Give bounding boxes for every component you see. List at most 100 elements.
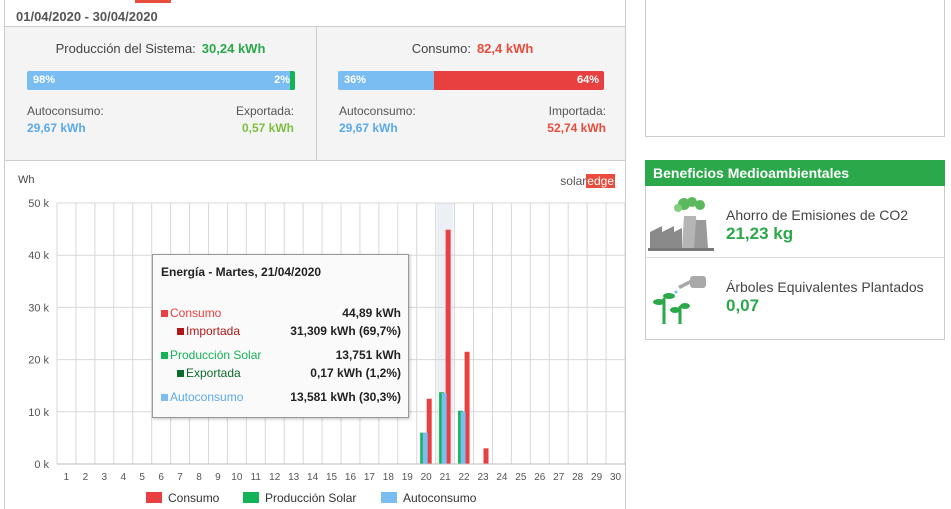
x-tick-label: 17 (364, 472, 376, 483)
x-tick-label: 21 (440, 472, 452, 483)
trees-planted-row: Árboles Equivalentes Plantados 0,07 (646, 258, 944, 338)
consumption-import-pct: 64% (576, 74, 599, 86)
legend-swatch-icon (243, 492, 259, 503)
environmental-benefits: Beneficios Medioambientales Ahorro de Em… (645, 160, 945, 340)
consumption-self-label: Autoconsumo: (339, 104, 416, 118)
chart-tooltip: Energía - Martes, 21/04/2020 Consumo 44,… (152, 254, 409, 418)
x-tick-label: 20 (421, 472, 433, 483)
consumption-box: Consumo: 82,4 kWh 36% 64% Autoconsumo: 29… (317, 27, 628, 160)
tooltip-value: 13,581 kWh (30,3%) (290, 390, 401, 404)
x-tick-label: 3 (102, 472, 108, 483)
importada-swatch-icon (177, 328, 184, 336)
x-tick-label: 28 (572, 472, 584, 483)
consumption-import-value: 52,74 kWh (547, 121, 606, 135)
trees-value: 0,07 (726, 296, 760, 315)
bar-autoconsumo (422, 432, 428, 464)
x-tick-label: 5 (139, 472, 145, 483)
production-title-label: Producción del Sistema: (55, 41, 196, 56)
legend-item-autoconsumo[interactable]: Autoconsumo (381, 491, 476, 505)
x-tick-label: 8 (196, 472, 202, 483)
legend-swatch-icon (146, 492, 162, 503)
x-tick-label: 12 (269, 472, 281, 483)
production-export-pct: 2% (274, 74, 290, 86)
production-self-label: Autoconsumo: (27, 104, 104, 118)
consumption-self-value: 29,67 kWh (339, 121, 398, 135)
x-tick-label: 13 (288, 472, 300, 483)
y-tick-label: 0 k (34, 459, 49, 471)
co2-label: Ahorro de Emisiones de CO2 (726, 207, 909, 223)
production-self-segment: 98% (27, 71, 290, 90)
y-tick-label: 20 k (28, 355, 49, 367)
production-bar: 98% 2% (27, 71, 295, 90)
x-tick-label: 29 (591, 472, 603, 483)
y-tick-label: 50 k (28, 198, 49, 210)
x-tick-label: 16 (345, 472, 357, 483)
x-tick-label: 24 (496, 472, 508, 483)
consumption-import-label: Importada: (548, 104, 606, 118)
energy-summary: Producción del Sistema: 30,24 kWh 98% 2% … (5, 26, 625, 161)
x-tick-label: 14 (307, 472, 319, 483)
x-tick-label: 4 (120, 472, 126, 483)
consumption-total: 82,4 kWh (476, 41, 534, 56)
factory-emissions-icon (648, 197, 714, 251)
legend-item-consumo[interactable]: Consumo (146, 491, 219, 505)
tooltip-value: 31,309 kWh (69,7%) (290, 324, 401, 338)
co2-value: 21,23 kg (726, 224, 794, 243)
tooltip-label: Importada (186, 324, 241, 338)
y-tick-label: 30 k (28, 302, 49, 314)
production-export-value: 0,57 kWh (241, 121, 294, 135)
trees-label: Árboles Equivalentes Plantados (726, 279, 924, 295)
x-tick-label: 11 (251, 472, 262, 483)
x-tick-label: 6 (158, 472, 164, 483)
x-tick-label: 18 (383, 472, 395, 483)
x-tick-label: 19 (402, 472, 414, 483)
x-tick-label: 23 (477, 472, 489, 483)
production-export-label: Exportada: (235, 104, 294, 118)
x-tick-label: 9 (215, 472, 221, 483)
active-tab-indicator (135, 0, 171, 3)
production-export-segment: 2% (274, 71, 295, 90)
legend-label: Producción Solar (265, 491, 357, 505)
x-tick-label: 15 (326, 472, 338, 483)
bar-autoconsumo (441, 393, 447, 464)
energy-panel: 01/04/2020 - 30/04/2020 Producción del S… (4, 0, 626, 509)
produccion-swatch-icon (161, 352, 168, 360)
tooltip-value: 13,751 kWh (335, 348, 401, 362)
consumption-bar: 36% 64% (338, 71, 604, 90)
consumo-swatch-icon (161, 310, 168, 318)
x-tick-label: 2 (83, 472, 89, 483)
legend-label: Consumo (168, 491, 220, 505)
x-tick-label: 25 (515, 472, 527, 483)
tooltip-label: Exportada (186, 366, 241, 380)
exportada-swatch-icon (177, 370, 184, 378)
legend-swatch-icon (381, 492, 397, 503)
plant-watering-icon (653, 276, 706, 324)
tooltip-label: Autoconsumo (170, 390, 244, 404)
tooltip-label: Producción Solar (170, 348, 262, 362)
y-tick-label: 10 k (28, 407, 49, 419)
x-tick-label: 27 (553, 472, 565, 483)
x-tick-label: 22 (459, 472, 471, 483)
x-tick-label: 26 (534, 472, 546, 483)
date-range: 01/04/2020 - 30/04/2020 (16, 9, 158, 24)
production-title: Producción del Sistema: 30,24 kWh (5, 41, 316, 56)
autoconsumo-swatch-icon (161, 394, 168, 402)
consumption-import-segment: 64% (433, 71, 604, 90)
x-tick-label: 7 (177, 472, 183, 483)
consumption-self-pct: 36% (344, 74, 367, 86)
x-tick-label: 30 (610, 472, 622, 483)
consumption-title-label: Consumo: (411, 41, 471, 56)
bar-consumo (483, 448, 489, 464)
legend-item-produccion[interactable]: Producción Solar (243, 491, 356, 505)
production-self-pct: 98% (33, 74, 56, 86)
co2-savings-row: Ahorro de Emisiones de CO2 21,23 kg (646, 186, 944, 257)
y-tick-label: 40 k (28, 250, 49, 262)
tooltip-title: Energía - Martes, 21/04/2020 (161, 265, 322, 279)
bar-autoconsumo (460, 411, 466, 464)
right-top-panel (645, 0, 945, 137)
energy-chart[interactable]: Wh solaredge 0 k 10 k 20 k 30 k 40 k 50 k1234… (5, 160, 625, 509)
x-tick-label: 1 (64, 472, 70, 483)
production-box: Producción del Sistema: 30,24 kWh 98% 2% … (5, 27, 316, 160)
consumption-self-segment: 36% (338, 71, 434, 90)
x-tick-label: 10 (231, 472, 243, 483)
